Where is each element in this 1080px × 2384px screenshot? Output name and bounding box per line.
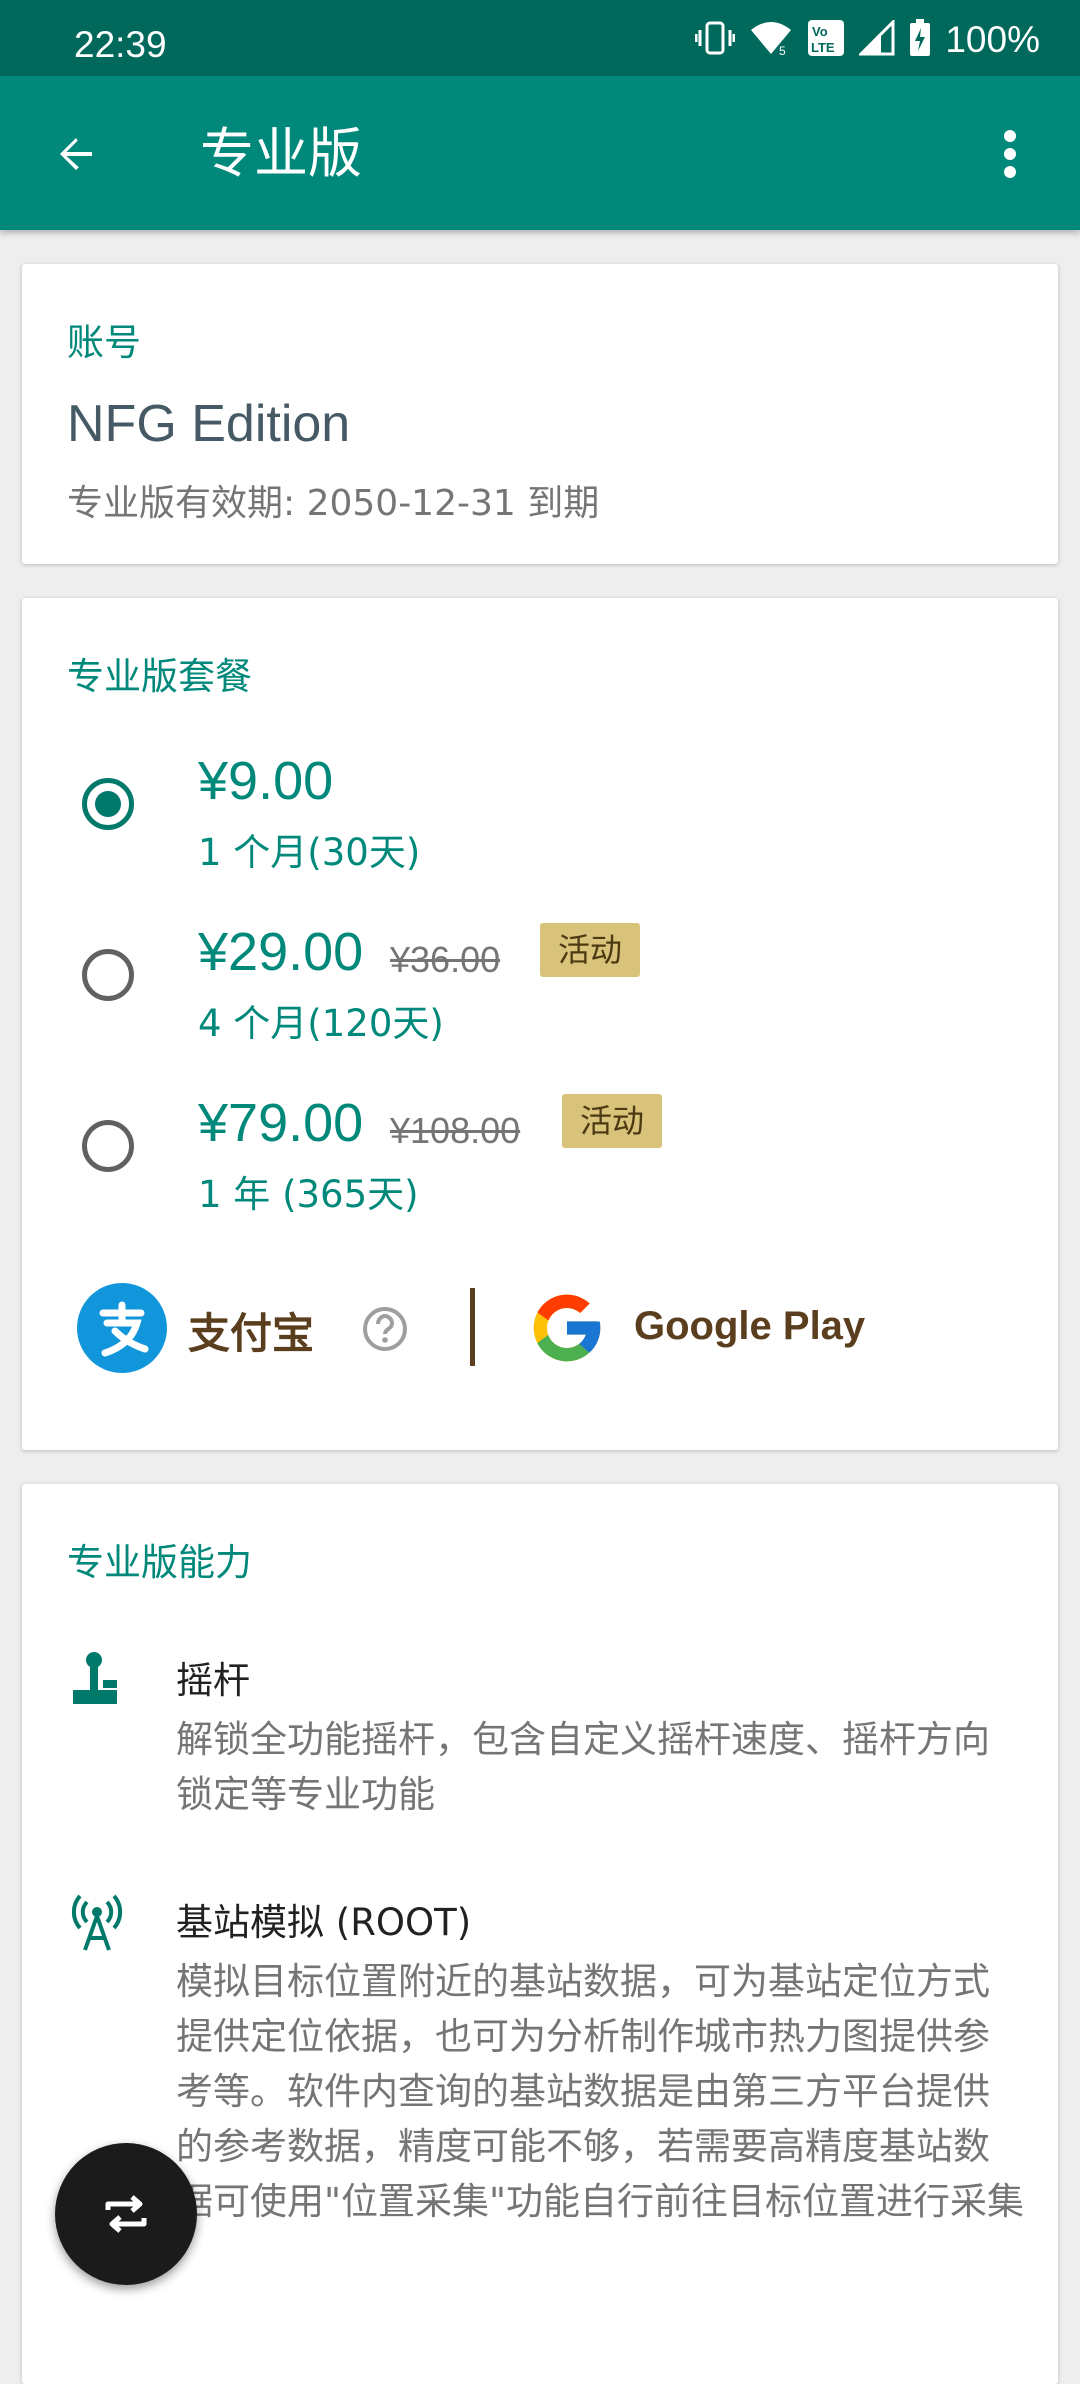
plan-option-3[interactable]: ¥79.00 ¥108.00 活动 1 年 (365天): [22, 1092, 1058, 1232]
feature-name: 基站模拟 (ROOT): [176, 1901, 472, 1944]
feature-description: 模拟目标位置附近的基站数据，可为基站定位方式提供定位依据，也可为分析制作城市热力…: [176, 1960, 1025, 2223]
plan-radio[interactable]: [82, 949, 134, 1001]
more-options-button[interactable]: [980, 118, 1040, 190]
account-section-title: 账号: [67, 321, 141, 364]
feature-name: 摇杆: [176, 1659, 250, 1702]
swap-icon: [105, 2195, 147, 2233]
account-card: 账号 NFG Edition 专业版有效期: 2050-12-31 到期: [22, 264, 1058, 564]
alipay-button[interactable]: 支付宝: [188, 1300, 314, 1361]
page-title: 专业版: [200, 122, 362, 185]
account-name: NFG Edition: [67, 395, 351, 453]
plans-card: 专业版套餐 ¥9.00 1 个月(30天) ¥29.00 ¥36.00 活动 4…: [22, 598, 1058, 1450]
app-bar: 专业版: [0, 76, 1080, 230]
joystick-icon: [67, 1650, 127, 1710]
plan-radio-selected[interactable]: [82, 778, 134, 830]
plan-original-price: ¥108.00: [390, 1110, 521, 1151]
plan-original-price: ¥36.00: [390, 939, 501, 980]
back-button[interactable]: [40, 118, 112, 190]
plan-price: ¥29.00: [198, 922, 364, 982]
plan-option-2[interactable]: ¥29.00 ¥36.00 活动 4 个月(120天): [22, 921, 1058, 1061]
feature-description: 解锁全功能摇杆，包含自定义摇杆速度、摇杆方向锁定等专业功能: [176, 1718, 990, 1816]
battery-charging-icon: [909, 19, 931, 61]
wifi-icon: 5: [749, 20, 793, 60]
swap-fab-button[interactable]: [55, 2143, 197, 2285]
account-expiry: 专业版有效期: 2050-12-31 到期: [67, 483, 600, 524]
plans-section-title: 专业版套餐: [67, 655, 252, 698]
svg-text:Vo: Vo: [812, 24, 828, 39]
plan-price: ¥79.00: [198, 1093, 364, 1153]
status-time: 22:39: [74, 24, 167, 65]
arrow-back-icon: [60, 138, 92, 170]
svg-text:5: 5: [779, 44, 786, 56]
help-icon[interactable]: [362, 1306, 408, 1352]
alipay-icon[interactable]: [77, 1283, 167, 1373]
svg-text:LTE: LTE: [811, 40, 835, 55]
status-icons: 5 Vo LTE 100%: [694, 18, 1040, 61]
cell-tower-icon: [67, 1892, 127, 1952]
plan-price: ¥9.00: [198, 751, 334, 811]
more-vert-icon: [1004, 130, 1016, 178]
signal-icon: [857, 18, 895, 60]
promo-badge: 活动: [540, 923, 641, 977]
volte-icon: Vo LTE: [807, 19, 845, 61]
payment-divider: [470, 1288, 475, 1366]
payment-methods: 支付宝 Google Play: [22, 1278, 1058, 1378]
battery-percent: 100%: [945, 19, 1040, 60]
promo-badge: 活动: [562, 1094, 663, 1148]
plan-duration: 4 个月(120天): [198, 1002, 444, 1045]
google-logo-icon[interactable]: [527, 1288, 607, 1368]
plan-duration: 1 年 (365天): [198, 1173, 419, 1216]
plan-option-1[interactable]: ¥9.00 1 个月(30天): [22, 750, 1058, 890]
google-play-button[interactable]: Google Play: [634, 1304, 865, 1349]
plan-duration: 1 个月(30天): [198, 831, 421, 874]
vibrate-icon: [694, 20, 736, 60]
status-bar: 22:39 5 Vo LTE 100%: [0, 0, 1080, 76]
features-section-title: 专业版能力: [67, 1541, 252, 1584]
plan-radio[interactable]: [82, 1120, 134, 1172]
